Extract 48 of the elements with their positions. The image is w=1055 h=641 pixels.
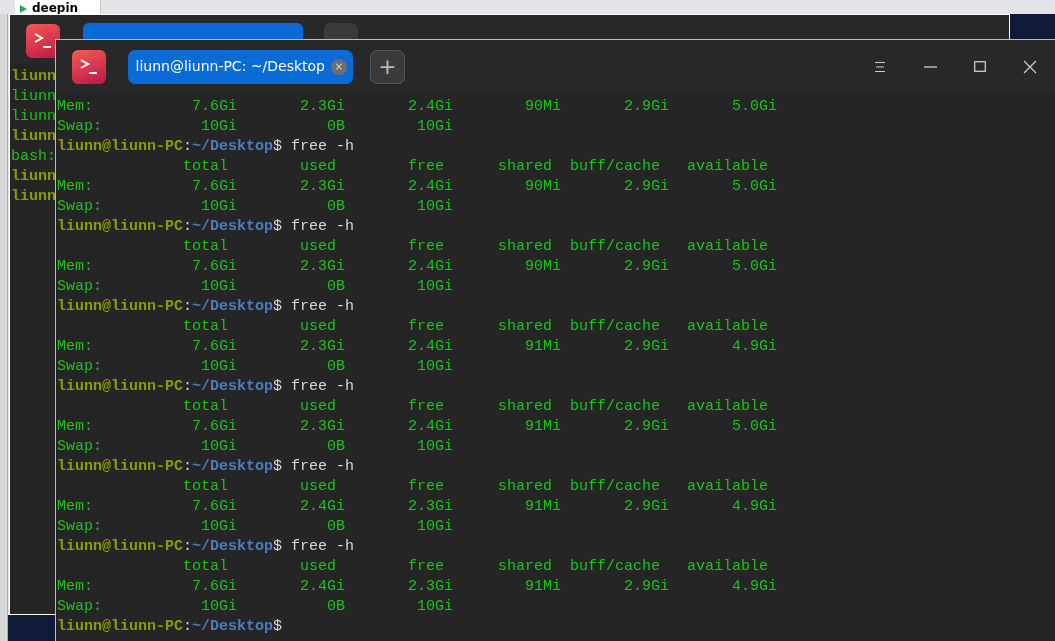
minimize-icon — [923, 65, 937, 68]
prompt-line: liunn@liunn-PC:~/Desktop$ free -h — [57, 377, 356, 397]
terminal-line: liunn — [11, 87, 56, 107]
terminal-line: Mem: 7.6Gi 2.3Gi 2.4Gi 91Mi 2.9Gi 4.9Gi — [57, 337, 779, 357]
terminal-line: liunn — [11, 127, 56, 147]
host-tab-title: deepin — [32, 2, 79, 14]
terminal-line: Mem: 7.6Gi 2.4Gi 2.3Gi 91Mi 2.9Gi 4.9Gi — [57, 497, 779, 517]
terminal-line: Mem: 7.6Gi 2.3Gi 2.4Gi 91Mi 2.9Gi 5.0Gi — [57, 417, 779, 437]
terminal-line: liunn — [11, 67, 56, 87]
tab-close-button[interactable]: × — [331, 58, 347, 75]
terminal-line: Swap: 10Gi 0B 10Gi — [57, 517, 455, 537]
terminal-line: total used free shared buff/cache available — [182, 237, 770, 257]
prompt-line: liunn@liunn-PC:~/Desktop$ — [57, 617, 284, 637]
prompt-line: liunn@liunn-PC:~/Desktop$ free -h — [57, 217, 356, 237]
terminal-line: Mem: 7.6Gi 2.3Gi 2.4Gi 90Mi 2.9Gi 5.0Gi — [57, 97, 779, 117]
terminal-icon — [26, 24, 60, 58]
terminal-line: liunn — [11, 167, 56, 187]
terminal-line: Mem: 7.6Gi 2.3Gi 2.4Gi 90Mi 2.9Gi 5.0Gi — [57, 177, 779, 197]
prompt-line: liunn@liunn-PC:~/Desktop$ free -h — [57, 297, 356, 317]
terminal-line: Swap: 10Gi 0B 10Gi — [57, 117, 455, 137]
desktop-background — [1010, 14, 1055, 40]
tab[interactable]: liunn@liunn-PC: ~/Desktop × — [128, 49, 353, 84]
terminal-line: bash: — [11, 147, 56, 167]
terminal-icon — [72, 49, 106, 84]
prompt-line: liunn@liunn-PC:~/Desktop$ free -h — [57, 457, 356, 477]
terminal-line: Swap: 10Gi 0B 10Gi — [57, 277, 455, 297]
new-tab-button[interactable] — [324, 23, 358, 39]
terminal-line: total used free shared buff/cache available — [182, 317, 770, 337]
host-tab[interactable]: deepin — [15, 0, 101, 14]
terminal-line: total used free shared buff/cache available — [182, 397, 770, 417]
terminal-line: Swap: 10Gi 0B 10Gi — [57, 437, 455, 457]
terminal-line: Swap: 10Gi 0B 10Gi — [57, 357, 455, 377]
menu-icon — [874, 60, 886, 73]
terminal-line: total used free shared buff/cache available — [182, 477, 770, 497]
close-icon — [1023, 59, 1037, 74]
maximize-icon — [974, 61, 986, 72]
terminal-line: Mem: 7.6Gi 2.4Gi 2.3Gi 91Mi 2.9Gi 4.9Gi — [57, 577, 779, 597]
new-tab-button[interactable]: + — [370, 49, 405, 84]
terminal-line: total used free shared buff/cache available — [182, 157, 770, 177]
terminal-line: Mem: 7.6Gi 2.3Gi 2.4Gi 90Mi 2.9Gi 5.0Gi — [57, 257, 779, 277]
terminal-line: liunn — [11, 107, 56, 127]
desktop-background — [8, 615, 56, 641]
terminal-line: liunn — [11, 187, 56, 207]
prompt-line: liunn@liunn-PC:~/Desktop$ free -h — [57, 137, 356, 157]
terminal-line: Swap: 10Gi 0B 10Gi — [57, 597, 455, 617]
terminal-line: Swap: 10Gi 0B 10Gi — [57, 197, 455, 217]
prompt-line: liunn@liunn-PC:~/Desktop$ free -h — [57, 537, 356, 557]
terminal-line: total used free shared buff/cache available — [182, 557, 770, 577]
